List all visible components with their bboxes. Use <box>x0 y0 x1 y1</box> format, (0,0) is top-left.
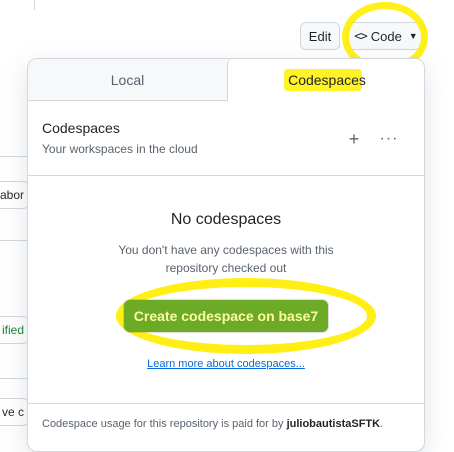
page-divider <box>34 0 35 10</box>
codespaces-title: Codespaces <box>42 120 120 136</box>
plus-icon[interactable]: + <box>342 127 366 151</box>
tab-bar: Local Codespaces <box>28 59 424 101</box>
billing-footer: Codespace usage for this repository is p… <box>28 403 424 451</box>
codespaces-header: Codespaces Your workspaces in the cloud … <box>28 101 424 176</box>
background-fragment: labor <box>0 181 29 209</box>
kebab-horizontal-icon[interactable]: ··· <box>377 127 401 151</box>
learn-more-link[interactable]: Learn more about codespaces... <box>28 358 424 370</box>
create-codespace-button[interactable]: Create codespace on base7 <box>124 300 328 332</box>
empty-state-description: You don't have any codespaces with this … <box>118 243 334 275</box>
tab-local[interactable]: Local <box>28 59 227 100</box>
background-divider <box>0 156 28 157</box>
create-codespace-label: Create codespace on base7 <box>133 308 319 324</box>
footer-suffix: . <box>380 418 384 430</box>
footer-text: Codespace usage for this repository is p… <box>42 418 287 430</box>
footer-owner: juliobautistaSFTK <box>286 418 381 430</box>
codespaces-subtitle: Your workspaces in the cloud <box>42 142 198 156</box>
tab-label: Local <box>110 71 145 88</box>
empty-state-title: No codespaces <box>170 211 282 228</box>
edit-button[interactable]: Edit <box>300 22 340 50</box>
tab-label: Codespaces <box>288 72 366 88</box>
tab-codespaces[interactable]: Codespaces <box>227 59 424 101</box>
code-dropdown-panel: Local Codespaces Codespaces Your workspa… <box>27 58 425 452</box>
background-divider <box>0 240 28 241</box>
background-divider <box>0 378 28 379</box>
background-fragment: ified <box>0 316 29 344</box>
edit-label: Edit <box>308 28 332 44</box>
background-fragment: ve c <box>0 398 29 426</box>
learn-more-label: Learn more about codespaces... <box>147 358 305 370</box>
